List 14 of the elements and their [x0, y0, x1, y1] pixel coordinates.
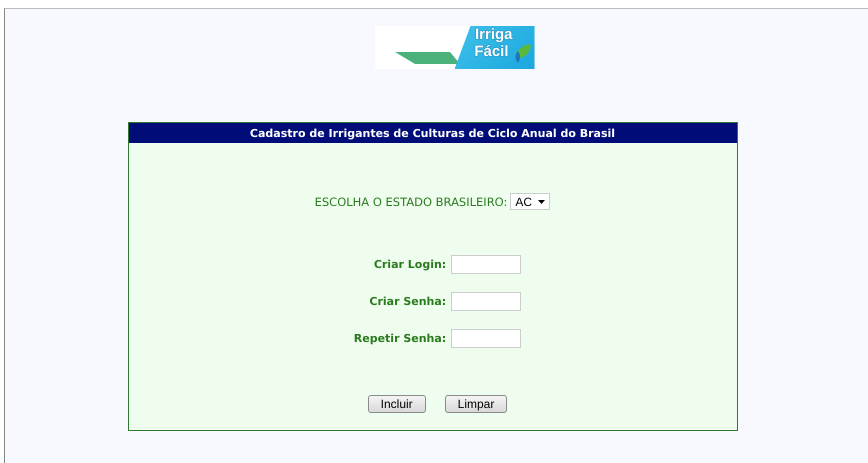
state-label: ESCOLHA O ESTADO BRASILEIRO:: [314, 194, 508, 208]
form-title: Cadastro de Irrigantes de Culturas de Ciclo Anual do Brasil: [250, 126, 616, 140]
field-label: Repetir Senha:: [354, 332, 446, 345]
field-label: Criar Senha:: [368, 295, 446, 308]
state-select[interactable]: AC: [510, 193, 550, 210]
input-field[interactable]: [451, 292, 522, 311]
field-label: Criar Login:: [372, 258, 446, 271]
logo-text: Irriga: [474, 26, 512, 43]
caret-icon: [538, 200, 546, 204]
input-field[interactable]: [451, 329, 522, 348]
input-field[interactable]: [451, 255, 522, 274]
include-button[interactable]: Incluir: [368, 395, 426, 413]
clear-button[interactable]: Limpar: [444, 395, 508, 413]
logo-text: Fácil: [474, 43, 508, 60]
